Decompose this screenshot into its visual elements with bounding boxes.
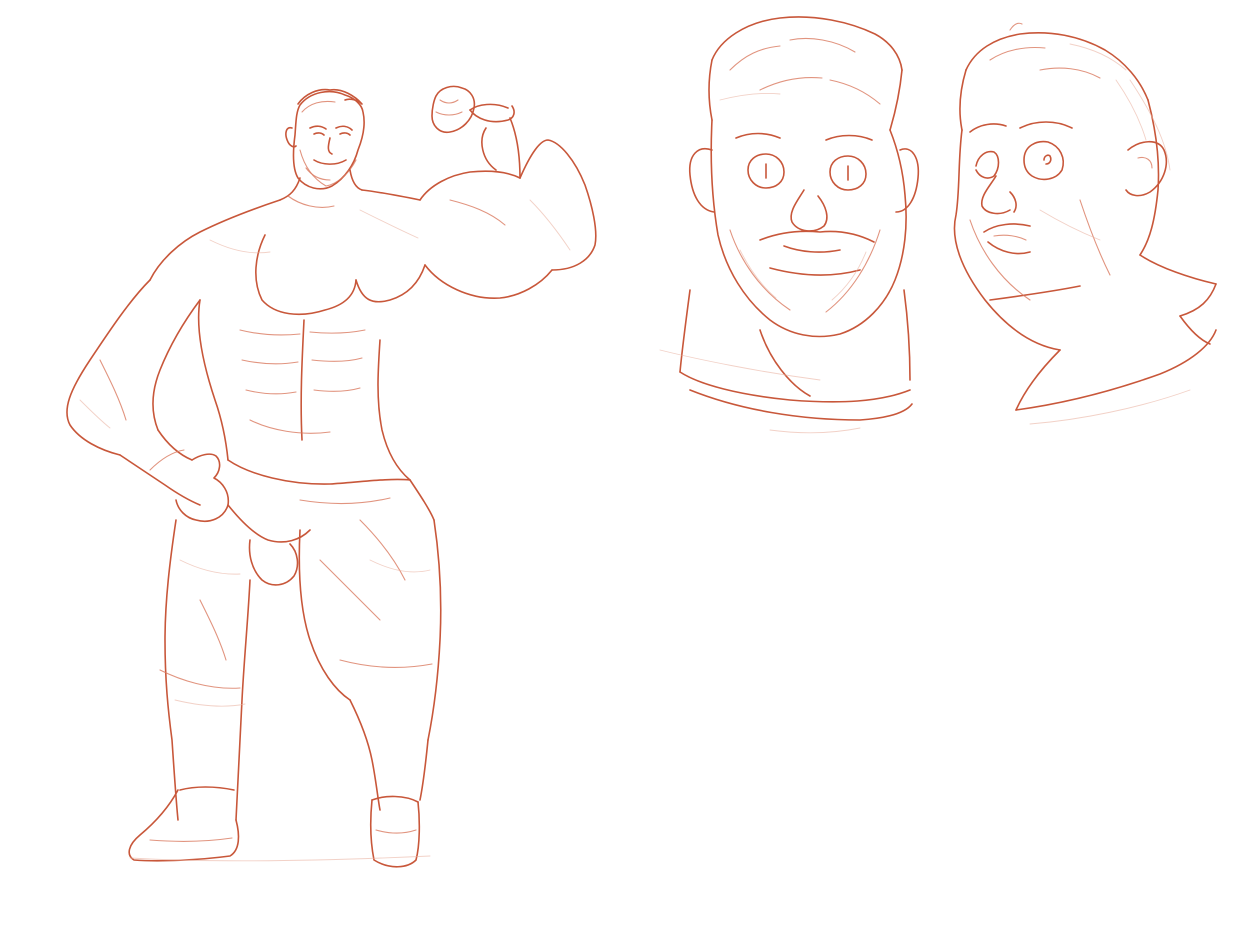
body-boots (128, 786, 431, 868)
full-body-figure (66, 85, 597, 868)
body-flexing-arm (419, 85, 597, 299)
head-front-view (659, 16, 920, 434)
body-legs (159, 519, 442, 821)
sketch-canvas (0, 0, 1250, 932)
body-head (285, 88, 365, 190)
head-three-quarter-view (953, 22, 1217, 425)
body-hip-arm (66, 279, 230, 522)
sketch-drawing (66, 16, 1217, 868)
body-torso (149, 189, 426, 485)
body-pelvis (227, 479, 435, 586)
